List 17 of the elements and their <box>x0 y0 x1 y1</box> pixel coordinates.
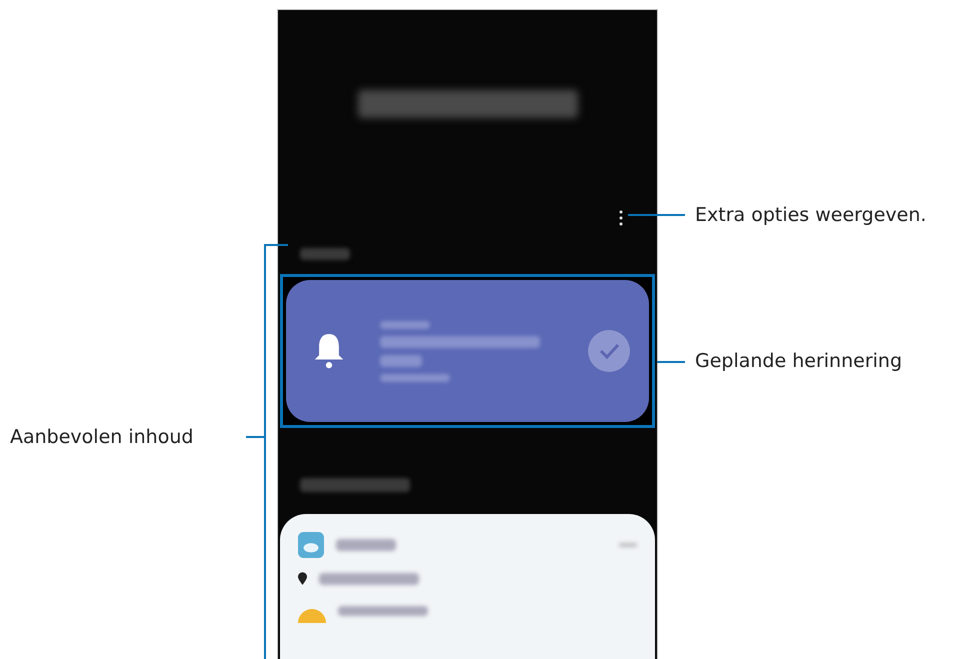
leader-line <box>657 361 685 363</box>
callout-label: Aanbevolen inhoud <box>10 425 194 449</box>
cloud-icon <box>298 532 324 558</box>
blurred-text <box>336 539 396 551</box>
blurred-text <box>380 374 450 382</box>
bell-icon <box>312 331 346 371</box>
callout-label: Extra opties weergeven. <box>695 203 926 227</box>
blurred-section-label <box>300 248 350 260</box>
sun-icon <box>298 609 326 623</box>
check-icon[interactable] <box>587 329 631 373</box>
blurred-text <box>380 354 422 366</box>
blurred-text <box>380 320 430 328</box>
leader-line <box>628 214 685 216</box>
weather-card[interactable] <box>280 514 655 659</box>
callout-label: Geplande herinnering <box>695 349 902 373</box>
more-options-icon[interactable] <box>619 210 623 226</box>
location-pin-icon <box>298 572 307 585</box>
